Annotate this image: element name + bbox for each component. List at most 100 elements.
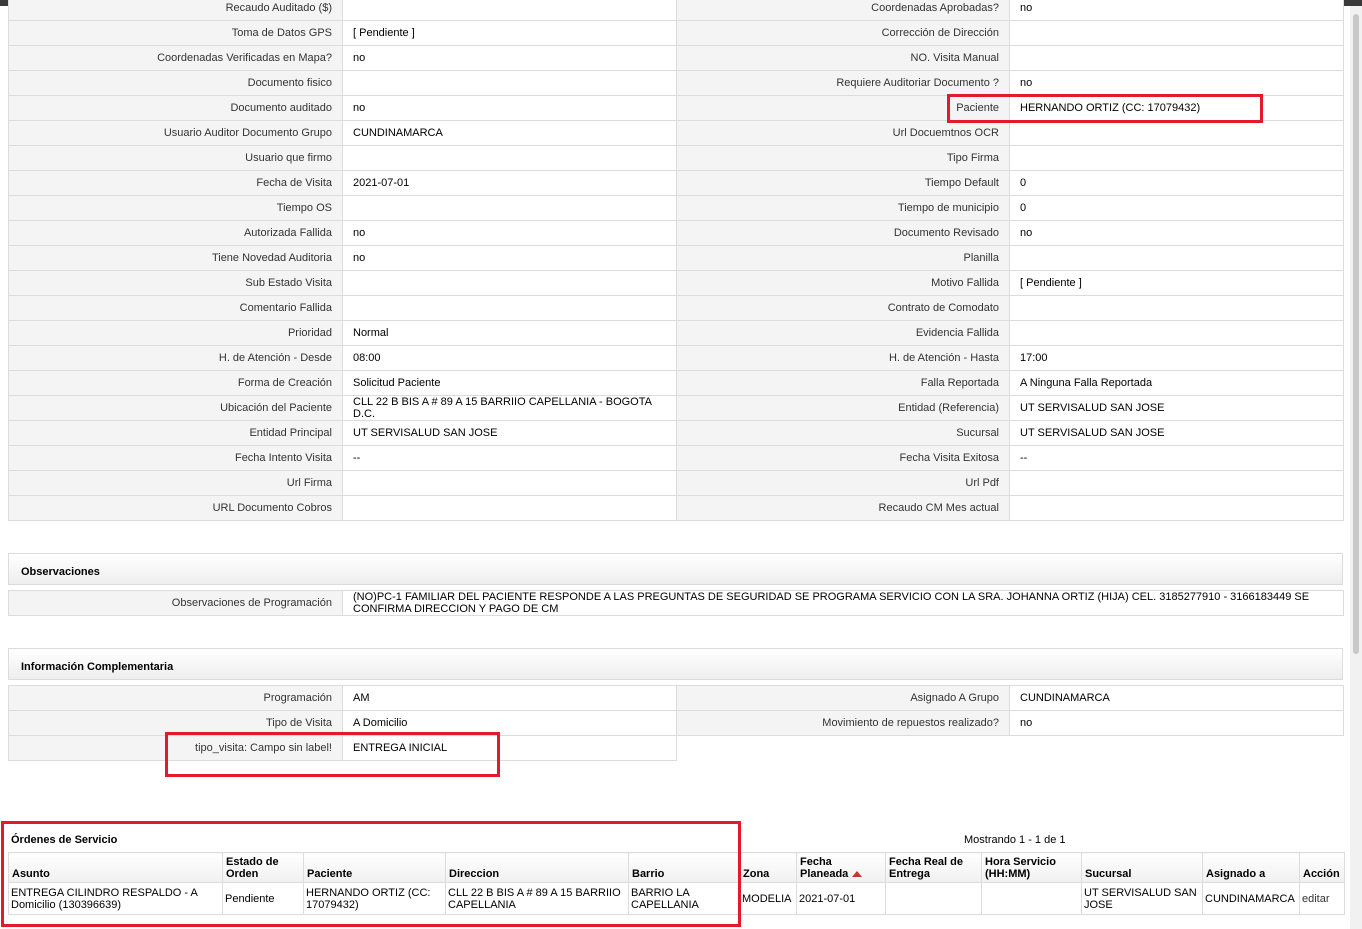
- detail-row: Usuario Auditor Documento Grupo CUNDINAMA…: [8, 120, 1344, 146]
- label-fecha-de-visita: Fecha de Visita: [8, 170, 343, 196]
- label-entidad-referencia: Entidad (Referencia): [676, 395, 1010, 421]
- detail-row: Entidad Principal UT SERVISALUD SAN JOSE S…: [8, 420, 1344, 446]
- scrollbar-thumb[interactable]: [1353, 14, 1359, 654]
- detail-row: Prioridad Normal Evidencia Fallida: [8, 320, 1344, 346]
- label-tipo-firma: Tipo Firma: [676, 145, 1010, 171]
- value-recaudo-cm-mes-actual: [1009, 495, 1344, 521]
- column-header-fecha-planeada[interactable]: Fecha Planeada: [796, 852, 886, 883]
- label-evidencia-fallida: Evidencia Fallida: [676, 320, 1010, 346]
- label-documento-auditado: Documento auditado: [8, 95, 343, 121]
- label-coordenadas-verificadas-en-mapa: Coordenadas Verificadas en Mapa?: [8, 45, 343, 71]
- info-complementaria-table: Programación AM Asignado A Grupo CUNDINAMAR…: [8, 685, 1344, 761]
- column-header-sucursal[interactable]: Sucursal: [1081, 852, 1203, 883]
- value-requiere-auditoriar-documento: no: [1009, 70, 1344, 96]
- label-prioridad: Prioridad: [8, 320, 343, 346]
- label-coordenadas-aprobadas: Coordenadas Aprobadas?: [676, 0, 1010, 21]
- column-header-estado-de-orden[interactable]: Estado de Orden: [222, 852, 304, 883]
- column-header-zona[interactable]: Zona: [739, 852, 797, 883]
- value-url-documento-cobros: [342, 495, 677, 521]
- column-header-label: Barrio: [632, 868, 665, 880]
- detail-row: Autorizada Fallida no Documento Revisado no: [8, 220, 1344, 246]
- sort-ascending-icon[interactable]: [852, 871, 863, 878]
- column-header-barrio[interactable]: Barrio: [628, 852, 740, 883]
- value-usuario-que-firmo: [342, 145, 677, 171]
- detail-row: Forma de Creación Solicitud Paciente Falla…: [8, 370, 1344, 396]
- column-header-label: Acción: [1303, 868, 1340, 880]
- label-fecha-intento-visita: Fecha Intento Visita: [8, 445, 343, 471]
- label-tipo-de-visita: Tipo de Visita: [8, 710, 343, 736]
- observaciones-table: Observaciones de Programación (NO)PC-1 F…: [8, 590, 1344, 616]
- value-tiempo-default: 0: [1009, 170, 1344, 196]
- cell-hora-servicio-hh-mm: [981, 882, 1082, 915]
- detail-row: Fecha Intento Visita -- Fecha Visita Exito…: [8, 445, 1344, 471]
- label-falla-reportada: Falla Reportada: [676, 370, 1010, 396]
- empty-cell: [676, 735, 1010, 761]
- value-h-de-atencion-desde: 08:00: [342, 345, 677, 371]
- detail-row: Tipo de Visita A Domicilio Movimiento de r…: [8, 710, 1344, 736]
- label-programacion: Programación: [8, 685, 343, 711]
- column-header-hora-servicio-hh-mm[interactable]: Hora Servicio (HH:MM): [981, 852, 1082, 883]
- label-sucursal: Sucursal: [676, 420, 1010, 446]
- cell-asunto: ENTREGA CILINDRO RESPALDO - A Domicilio …: [8, 882, 223, 915]
- label-requiere-auditoriar-documento: Requiere Auditoriar Documento ?: [676, 70, 1010, 96]
- column-header-label: Fecha Real de Entrega: [889, 856, 963, 880]
- column-header-asignado-a[interactable]: Asignado a: [1202, 852, 1300, 883]
- value-asignado-a-grupo: CUNDINAMARCA: [1009, 685, 1344, 711]
- value-fecha-intento-visita: --: [342, 445, 677, 471]
- detail-row: Coordenadas Verificadas en Mapa? no NO. Vi…: [8, 45, 1344, 71]
- detail-row: URL Documento Cobros Recaudo CM Mes actua…: [8, 495, 1344, 521]
- column-header-accion[interactable]: Acción: [1299, 852, 1345, 883]
- label-toma-de-datos-gps: Toma de Datos GPS: [8, 20, 343, 46]
- value-ubicacion-del-paciente: CLL 22 B BIS A # 89 A 15 BARRIIO CAPELLA…: [342, 395, 677, 421]
- label-url-firma: Url Firma: [8, 470, 343, 496]
- value-url-pdf: [1009, 470, 1344, 496]
- tipo-visita-value: ENTREGA INICIAL: [342, 735, 677, 761]
- label-paciente: Paciente: [676, 95, 1010, 121]
- ordenes-table: Asunto Estado de Orden Paciente Direccion Ba…: [8, 852, 1345, 915]
- tipo-visita-label: tipo_visita: Campo sin label!: [8, 735, 343, 761]
- label-movimiento-de-repuestos-realizado: Movimiento de repuestos realizado?: [676, 710, 1010, 736]
- value-motivo-fallida: [ Pendiente ]: [1009, 270, 1344, 296]
- column-header-direccion[interactable]: Direccion: [445, 852, 629, 883]
- value-movimiento-de-repuestos-realizado: no: [1009, 710, 1344, 736]
- cell-zona: MODELIA: [739, 882, 797, 915]
- cell-sucursal: UT SERVISALUD SAN JOSE: [1081, 882, 1203, 915]
- detail-row: Fecha de Visita 2021-07-01 Tiempo Default 0: [8, 170, 1344, 196]
- pagination-info: Mostrando 1 - 1 de 1: [964, 834, 1066, 846]
- label-documento-revisado: Documento Revisado: [676, 220, 1010, 246]
- column-header-label: Asignado a: [1206, 868, 1266, 880]
- value-contrato-de-comodato: [1009, 295, 1344, 321]
- label-entidad-principal: Entidad Principal: [8, 420, 343, 446]
- column-header-paciente[interactable]: Paciente: [303, 852, 446, 883]
- table-row[interactable]: ENTREGA CILINDRO RESPALDO - A Domicilio …: [8, 882, 1345, 915]
- column-header-label: Hora Servicio (HH:MM): [985, 856, 1056, 880]
- vertical-scrollbar[interactable]: [1350, 6, 1362, 929]
- label-ubicacion-del-paciente: Ubicación del Paciente: [8, 395, 343, 421]
- cell-paciente: HERNANDO ORTIZ (CC: 17079432): [303, 882, 446, 915]
- detail-row: Ubicación del Paciente CLL 22 B BIS A # 8…: [8, 395, 1344, 421]
- detail-row: Tiene Novedad Auditoria no Planilla: [8, 245, 1344, 271]
- cell-fecha-planeada: 2021-07-01: [796, 882, 886, 915]
- column-header-fecha-real-de-entrega[interactable]: Fecha Real de Entrega: [885, 852, 982, 883]
- column-header-label: Estado de Orden: [226, 856, 279, 880]
- value-fecha-visita-exitosa: --: [1009, 445, 1344, 471]
- column-header-asunto[interactable]: Asunto: [8, 852, 223, 883]
- label-recaudo-cm-mes-actual: Recaudo CM Mes actual: [676, 495, 1010, 521]
- label-asignado-a-grupo: Asignado A Grupo: [676, 685, 1010, 711]
- label-correccion-de-direccion: Corrección de Dirección: [676, 20, 1010, 46]
- cell-barrio: BARRIO LA CAPELLANIA: [628, 882, 740, 915]
- value-planilla: [1009, 245, 1344, 271]
- value-toma-de-datos-gps: [ Pendiente ]: [342, 20, 677, 46]
- label-planilla: Planilla: [676, 245, 1010, 271]
- observaciones-section-header: Observaciones: [8, 553, 1343, 585]
- value-comentario-fallida: [342, 295, 677, 321]
- value-url-docuemtnos-ocr: [1009, 120, 1344, 146]
- value-tipo-firma: [1009, 145, 1344, 171]
- column-header-label: Sucursal: [1085, 868, 1132, 880]
- detail-row: Usuario que firmo Tipo Firma: [8, 145, 1344, 171]
- edit-link[interactable]: editar: [1299, 882, 1345, 915]
- value-documento-revisado: no: [1009, 220, 1344, 246]
- label-url-pdf: Url Pdf: [676, 470, 1010, 496]
- value-fecha-de-visita: 2021-07-01: [342, 170, 677, 196]
- label-forma-de-creacion: Forma de Creación: [8, 370, 343, 396]
